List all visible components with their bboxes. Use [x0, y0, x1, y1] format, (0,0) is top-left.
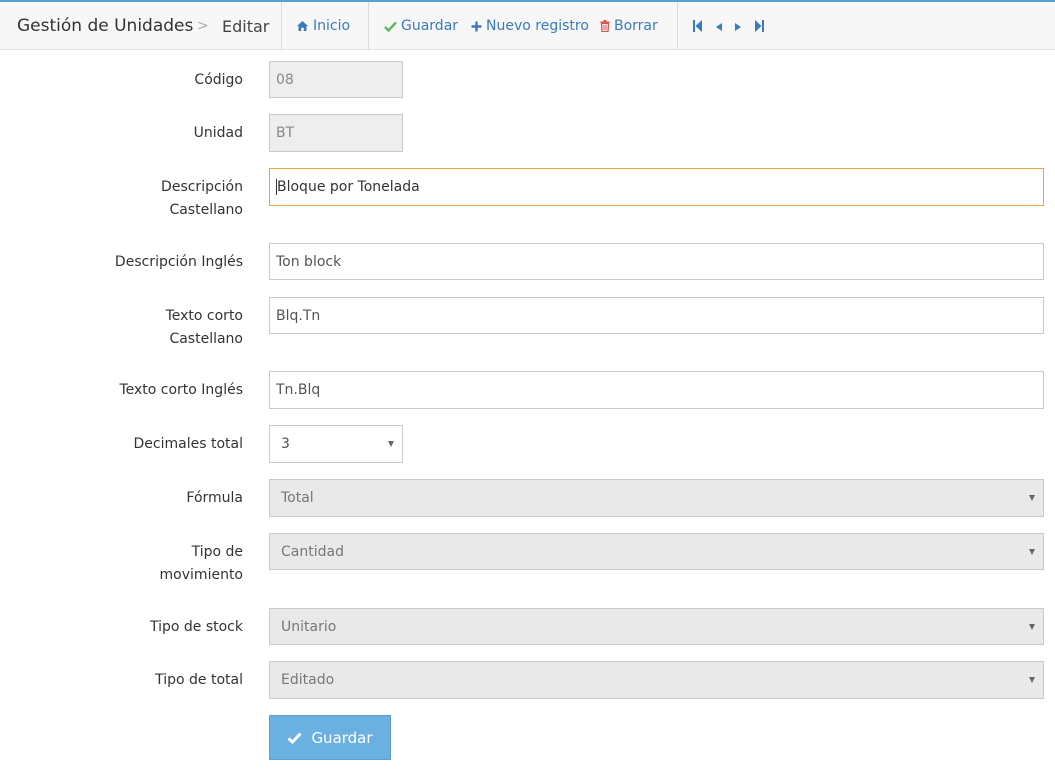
page-title: Gestión de Unidades — [17, 16, 194, 36]
descripcion-ingles-label: Descripción Inglés — [114, 254, 243, 270]
descripcion-castellano-input[interactable]: Bloque por Tonelada — [269, 168, 1044, 206]
texto-corto-ingles-input[interactable]: Tn.Blq — [269, 371, 1044, 409]
chevron-down-icon — [1029, 548, 1035, 555]
save-button-label: Guardar — [311, 728, 373, 747]
descripcion-castellano-label: Descripción Castellano — [43, 176, 243, 222]
tipo-stock-value: Unitario — [281, 618, 337, 635]
decimales-total-value: 3 — [281, 436, 290, 452]
tipo-total-label: Tipo de total — [155, 672, 243, 688]
save-link[interactable]: Guardar — [384, 2, 458, 50]
prev-icon[interactable] — [716, 23, 722, 31]
save-label: Guardar — [401, 18, 459, 34]
save-button[interactable]: Guardar — [269, 715, 391, 760]
home-link[interactable]: Inicio — [296, 2, 350, 50]
chevron-down-icon — [1029, 495, 1035, 501]
home-icon — [297, 21, 308, 31]
first-icon[interactable] — [693, 20, 702, 32]
formula-select[interactable]: Total — [269, 479, 1044, 517]
tipo-total-value: Editado — [281, 672, 335, 688]
trash-icon — [600, 20, 610, 32]
toolbar-divider — [677, 2, 678, 50]
label-line: Tipo de — [191, 544, 243, 560]
chevron-down-icon — [388, 441, 394, 447]
check-icon — [287, 731, 303, 744]
breadcrumb-current: Editar — [222, 16, 270, 36]
next-icon[interactable] — [735, 23, 741, 31]
tipo-movimiento-select[interactable]: Cantidad — [269, 533, 1044, 570]
label-line: movimiento — [159, 567, 243, 583]
unidad-label: Unidad — [193, 125, 243, 141]
new-record-label: Nuevo registro — [486, 18, 589, 34]
tipo-movimiento-value: Cantidad — [281, 543, 344, 560]
chevron-down-icon — [1029, 623, 1035, 630]
unidad-field[interactable]: BT — [269, 114, 403, 152]
decimales-total-label: Decimales total — [133, 436, 243, 452]
last-icon[interactable] — [755, 20, 764, 32]
texto-corto-castellano-label: Texto corto Castellano — [43, 305, 243, 351]
descripcion-ingles-input[interactable]: Ton block — [269, 243, 1044, 280]
delete-label: Borrar — [614, 18, 658, 34]
label-line: Texto corto — [165, 308, 243, 324]
toolbar-divider — [281, 2, 282, 50]
tipo-stock-label: Tipo de stock — [149, 619, 243, 635]
top-toolbar: Gestión de Unidades > Editar Inicio Guar… — [0, 0, 1055, 50]
new-record-link[interactable]: Nuevo registro — [471, 2, 589, 50]
tipo-stock-select[interactable]: Unitario — [269, 608, 1044, 645]
label-line: Castellano — [169, 202, 243, 218]
breadcrumb-separator: > — [197, 18, 209, 34]
formula-label: Fórmula — [186, 490, 243, 506]
decimales-total-select[interactable]: 3 — [269, 425, 403, 463]
delete-link[interactable]: Borrar — [600, 2, 658, 50]
chevron-down-icon — [1029, 677, 1035, 683]
codigo-field[interactable]: 08 — [269, 61, 403, 98]
tipo-movimiento-label: Tipo de movimiento — [43, 541, 243, 587]
texto-corto-ingles-label: Texto corto Inglés — [119, 382, 243, 398]
descripcion-castellano-value: Bloque por Tonelada — [277, 179, 420, 195]
label-line: Descripción — [161, 179, 243, 195]
formula-value: Total — [281, 490, 314, 506]
check-icon — [384, 21, 397, 32]
tipo-total-select[interactable]: Editado — [269, 661, 1044, 699]
plus-icon — [471, 21, 482, 31]
texto-corto-castellano-input[interactable]: Blq.Tn — [269, 297, 1044, 334]
home-label: Inicio — [313, 18, 351, 34]
codigo-label: Código — [194, 72, 243, 88]
toolbar-divider — [368, 2, 369, 50]
label-line: Castellano — [169, 331, 243, 347]
